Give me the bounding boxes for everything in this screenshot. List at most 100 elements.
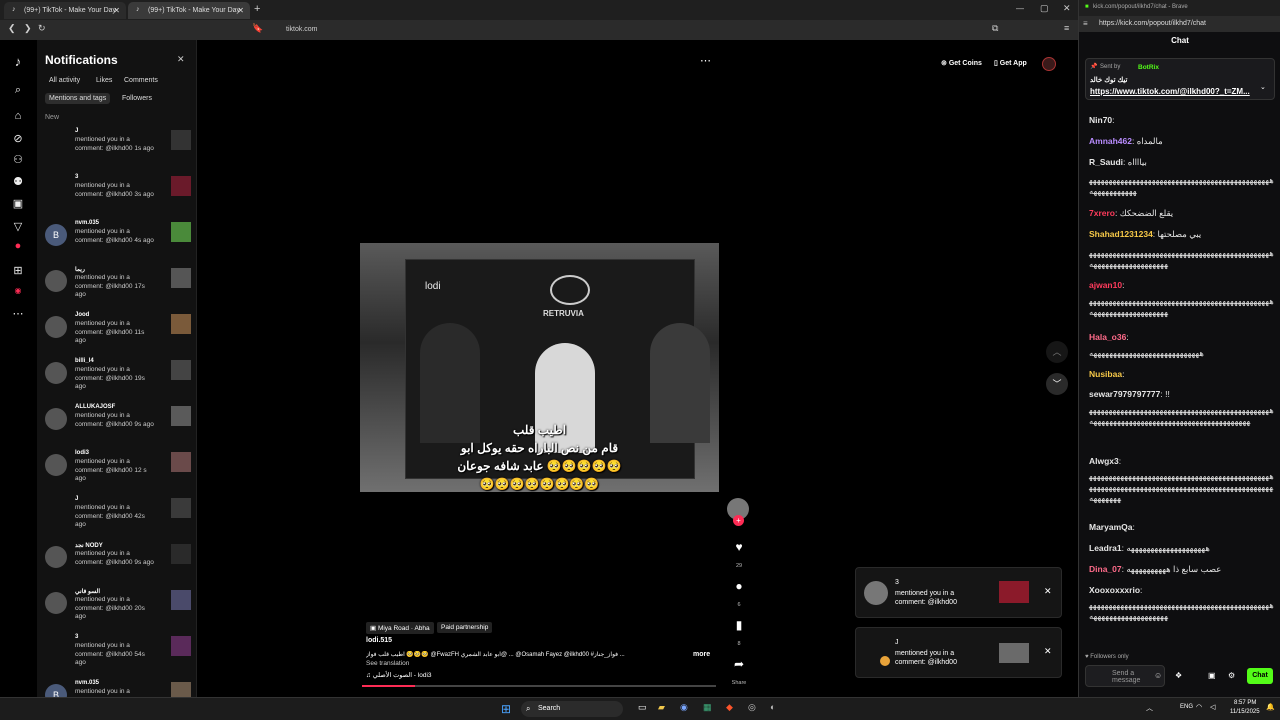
notification-item[interactable]: lodi3 mentioned you in a comment: @ilkhd0… bbox=[45, 450, 191, 494]
extensions-icon[interactable]: ⧉ bbox=[992, 23, 998, 34]
chat-username[interactable]: ajwan10 bbox=[1089, 280, 1122, 290]
close-tab-icon[interactable]: ✕ bbox=[237, 6, 244, 15]
close-toast-icon[interactable]: ✕ bbox=[1044, 586, 1052, 597]
notification-thumbnail[interactable] bbox=[171, 176, 191, 196]
notification-user[interactable]: nvm.035 bbox=[75, 680, 99, 686]
taskbar-search[interactable]: ⌕ Search bbox=[521, 701, 623, 717]
maximize-icon[interactable]: ▢ bbox=[1040, 3, 1049, 14]
notification-item[interactable]: ALLUKAJOSF mentioned you in a comment: @i… bbox=[45, 404, 191, 448]
message-input[interactable]: Send a message ☺ bbox=[1085, 665, 1165, 687]
avatar[interactable] bbox=[1042, 57, 1056, 71]
notification-item[interactable]: 3 mentioned you in a comment: @ilkhd00 54… bbox=[45, 634, 191, 678]
notification-thumbnail[interactable] bbox=[171, 452, 191, 472]
chat-username[interactable]: Nusibaa bbox=[1089, 369, 1122, 379]
file-explorer-icon[interactable]: ▰ bbox=[658, 702, 665, 713]
home-icon[interactable]: ⌂ bbox=[11, 110, 25, 122]
chat-username[interactable]: Dina_07 bbox=[1089, 564, 1122, 574]
friends-icon[interactable]: ⚉ bbox=[11, 175, 25, 188]
more-icon[interactable]: ⋯ bbox=[11, 307, 25, 320]
task-view-icon[interactable]: ▭ bbox=[638, 702, 647, 713]
avatar[interactable] bbox=[45, 638, 67, 660]
notification-item[interactable]: نجد NODY mentioned you in a comment: @ilk… bbox=[45, 542, 191, 586]
tab-likes[interactable]: Likes bbox=[96, 77, 112, 84]
volume-icon[interactable]: ◁ bbox=[1210, 703, 1215, 711]
avatar[interactable] bbox=[45, 500, 67, 522]
notification-user[interactable]: السو فاني bbox=[75, 588, 100, 595]
tray-expand-icon[interactable]: ︿ bbox=[1146, 703, 1153, 713]
settings-icon[interactable]: ⚙ bbox=[1228, 671, 1235, 680]
notification-toast[interactable]: 3 mentioned you in a comment: @ilkhd00 ✕ bbox=[855, 567, 1062, 618]
notification-item[interactable]: Bnvm.035 mentioned you in a comment: @ilk… bbox=[45, 220, 191, 264]
minimize-icon[interactable]: — bbox=[1016, 4, 1024, 13]
avatar[interactable] bbox=[45, 592, 67, 614]
discord-icon[interactable]: ◉ bbox=[680, 702, 688, 713]
tab-comments[interactable]: Comments bbox=[124, 77, 158, 84]
notification-item[interactable]: ريما mentioned you in a comment: @ilkhd00… bbox=[45, 266, 191, 310]
chat-send-button[interactable]: Chat bbox=[1247, 668, 1273, 684]
close-notifications-icon[interactable]: ✕ bbox=[177, 54, 185, 65]
live-icon[interactable]: ▣ bbox=[11, 197, 25, 210]
notification-thumbnail[interactable] bbox=[171, 268, 191, 288]
inbox-icon[interactable]: ▽ bbox=[11, 220, 25, 233]
notification-item[interactable]: Jood mentioned you in a comment: @ilkhd00… bbox=[45, 312, 191, 356]
chat-username[interactable]: Leadra1 bbox=[1089, 543, 1122, 553]
notification-thumbnail[interactable] bbox=[171, 682, 191, 697]
notification-item[interactable]: 3 mentioned you in a comment: @ilkhd00 3s… bbox=[45, 174, 191, 218]
browser-tab[interactable]: ♪ (99+) TikTok - Make Your Day ✕ bbox=[4, 2, 126, 19]
chat-username[interactable]: Hala_o36 bbox=[1089, 332, 1126, 342]
close-toast-icon[interactable]: ✕ bbox=[1044, 646, 1052, 657]
pinned-message[interactable]: 📌 Sent by BotRix تيك توك خالد https://ww… bbox=[1085, 58, 1275, 100]
notification-thumbnail[interactable] bbox=[171, 222, 191, 242]
comment-icon[interactable]: ● bbox=[727, 579, 751, 593]
avatar[interactable] bbox=[45, 454, 67, 476]
avatar[interactable]: B bbox=[45, 684, 67, 697]
notification-user[interactable]: J bbox=[75, 128, 78, 134]
avatar[interactable] bbox=[45, 316, 67, 338]
chat-username[interactable]: Nin70 bbox=[1089, 115, 1112, 125]
avatar[interactable] bbox=[45, 362, 67, 384]
reload-icon[interactable]: ≡ bbox=[1083, 19, 1088, 28]
new-tab-icon[interactable]: + bbox=[254, 3, 260, 15]
wifi-icon[interactable]: ◠ bbox=[1196, 703, 1202, 711]
forward-icon[interactable]: ❯ bbox=[24, 23, 32, 34]
chat-username[interactable]: Alwgx3 bbox=[1089, 456, 1119, 466]
gift-icon[interactable]: ▣ bbox=[1208, 671, 1216, 680]
get-app-button[interactable]: ▯ Get App bbox=[994, 59, 1027, 67]
notification-user[interactable]: lodi3 bbox=[75, 450, 89, 456]
profile-icon[interactable]: ◉ bbox=[11, 286, 25, 295]
app-icon[interactable]: ▦ bbox=[703, 702, 712, 713]
following-icon[interactable]: ⚇ bbox=[11, 153, 25, 166]
avatar[interactable] bbox=[45, 178, 67, 200]
notification-item[interactable]: Jmentioned you in a comment: @ilkhd00 1s… bbox=[45, 128, 191, 172]
notification-thumbnail[interactable] bbox=[171, 590, 191, 610]
see-translation-link[interactable]: See translation bbox=[366, 660, 409, 667]
notification-user[interactable]: Jood bbox=[75, 312, 89, 318]
notification-thumbnail[interactable] bbox=[171, 498, 191, 518]
pinned-link[interactable]: https://www.tiktok.com/@ilkhd00?_t=ZM... bbox=[1090, 87, 1250, 96]
tab-followers[interactable]: Followers bbox=[122, 95, 152, 102]
language-indicator[interactable]: ENG bbox=[1180, 704, 1193, 710]
chat-username[interactable]: 7xrero bbox=[1089, 208, 1115, 218]
back-icon[interactable]: ❮ bbox=[8, 23, 16, 34]
notification-thumbnail[interactable] bbox=[171, 314, 191, 334]
activity-badge-icon[interactable]: ● bbox=[11, 240, 25, 252]
notification-thumbnail[interactable] bbox=[171, 130, 191, 150]
steam-icon[interactable]: ◐ bbox=[770, 702, 775, 712]
avatar[interactable] bbox=[45, 546, 67, 568]
upload-icon[interactable]: ⊞ bbox=[11, 264, 25, 277]
next-video-icon[interactable]: ﹀ bbox=[1046, 373, 1068, 395]
previous-video-icon[interactable]: ︿ bbox=[1046, 341, 1068, 363]
author-name[interactable]: lodi.515 bbox=[366, 637, 392, 644]
app-icon[interactable]: ◎ bbox=[748, 702, 756, 713]
tab-all-activity[interactable]: All activity bbox=[49, 77, 80, 84]
notification-item[interactable]: Jmentioned you in a comment: @ilkhd00 42… bbox=[45, 496, 191, 540]
notification-item[interactable]: Bnvm.035 mentioned you in a bbox=[45, 680, 191, 697]
notification-item[interactable]: billi_l4 mentioned you in a comment: @ilk… bbox=[45, 358, 191, 402]
notification-item[interactable]: السو فاني mentioned you in a comment: @il… bbox=[45, 588, 191, 632]
more-link[interactable]: more bbox=[693, 651, 710, 658]
url-field[interactable]: https://kick.com/popout/ilkhd7/chat bbox=[1099, 20, 1206, 27]
notification-user[interactable]: nvm.035 bbox=[75, 220, 99, 226]
notification-thumbnail[interactable] bbox=[171, 544, 191, 564]
notification-thumbnail[interactable] bbox=[171, 636, 191, 656]
notification-user[interactable]: billi_l4 bbox=[75, 358, 94, 364]
